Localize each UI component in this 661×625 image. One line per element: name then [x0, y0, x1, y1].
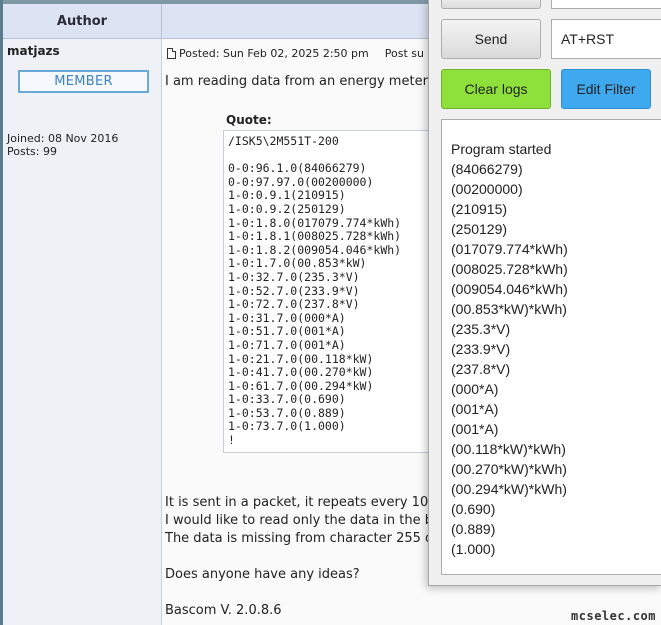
author-column-header: Author — [3, 4, 162, 39]
edit-filter-button[interactable]: Edit Filter — [561, 69, 651, 109]
quote-line: 1-0:51.7.0(001*A) — [228, 324, 346, 339]
post-text: It is sent in a packet, it repeats every… — [165, 494, 441, 620]
quote-line: 1-0:21.7.0(00.118*kW) — [228, 351, 374, 366]
log-line: (84066279) — [451, 161, 523, 177]
post-text-line: Bascom V. 2.0.8.6 — [165, 603, 282, 618]
log-line: (00.270*kW)*kWh) — [451, 461, 567, 477]
quote-line: 1-0:1.8.1(008025.728*kWh) — [228, 229, 402, 244]
quote-line — [228, 149, 401, 163]
quote-line: 1-0:0.9.1(210915) — [228, 188, 346, 203]
serial-monitor-window: Send Clear logs Edit Filter Program star… — [428, 0, 661, 586]
quote-line: 1-0:0.9.2(250129) — [228, 201, 346, 216]
quote-line: 1-0:53.7.0(0.889) — [228, 405, 346, 420]
quote-line: 1-0:33.7.0(0.690) — [228, 392, 346, 407]
log-line: Program started — [451, 141, 552, 157]
log-line: (237.8*V) — [451, 361, 511, 377]
top-button[interactable] — [441, 0, 541, 9]
post-text-line — [165, 548, 441, 566]
log-line: (00.118*kW)*kWh) — [451, 441, 566, 457]
post-document-icon[interactable] — [167, 48, 176, 59]
log-line: (235.3*V) — [451, 321, 511, 337]
quote-line: 1-0:1.8.2(009054.046*kWh) — [228, 242, 402, 257]
quote-line: 0-0:96.1.0(84066279) — [228, 161, 367, 176]
quote-line: 1-0:31.7.0(000*A) — [228, 310, 346, 325]
post-header: Posted: Sun Feb 02, 2025 2:50 pm Post su — [167, 47, 424, 60]
quote-line: 0-0:97.97.0(00200000) — [228, 174, 374, 189]
log-line: (017079.774*kWh) — [451, 241, 568, 257]
log-line: (210915) — [451, 201, 508, 217]
log-line: (250129) — [451, 221, 508, 237]
log-panel[interactable]: Program started (84066279) (00200000) (2109… — [441, 119, 661, 575]
post-text-line: I would like to read only the data in th… — [165, 513, 439, 528]
command-input[interactable] — [551, 19, 661, 59]
post-count: Posts: 99 — [7, 145, 57, 158]
log-line: (00200000) — [451, 181, 523, 197]
post-intro: I am reading data from an energy meter i… — [165, 74, 444, 89]
quote-line: 1-0:61.7.0(00.294*kW) — [228, 378, 374, 393]
quote-label: Quote: — [226, 113, 272, 127]
quote-line: 1-0:71.7.0(001*A) — [228, 337, 346, 352]
post-text-line: It is sent in a packet, it repeats every… — [165, 495, 440, 510]
quote-line: 1-0:1.8.0(017079.774*kWh) — [228, 215, 402, 230]
log-line: (001*A) — [451, 401, 499, 417]
log-line: (000*A) — [451, 381, 499, 397]
log-line: (008025.728*kWh) — [451, 261, 568, 277]
quote-line: 1-0:32.7.0(235.3*V) — [228, 269, 360, 284]
log-line: (233.9*V) — [451, 341, 511, 357]
quote-line: 1-0:73.7.0(1.000) — [228, 419, 346, 434]
quote-line: ! — [228, 433, 235, 448]
quote-line: 1-0:41.7.0(00.270*kW) — [228, 365, 374, 380]
post-date: Posted: Sun Feb 02, 2025 2:50 pm — [179, 47, 369, 60]
quote-line: 1-0:1.7.0(00.853*kW) — [228, 256, 367, 271]
post-subject: Post su — [384, 47, 424, 60]
top-input[interactable] — [551, 0, 661, 9]
send-button[interactable]: Send — [441, 19, 541, 59]
log-line: (00.853*kW)*kWh) — [451, 301, 567, 317]
post-text-line: Does anyone have any ideas? — [165, 567, 360, 582]
author-meta: Joined: 08 Nov 2016 Posts: 99 — [7, 132, 118, 158]
joined-date: Joined: 08 Nov 2016 — [7, 132, 119, 145]
post-text-line: The data is missing from character 255 o… — [165, 531, 442, 546]
quote-line: 1-0:72.7.0(237.8*V) — [228, 297, 360, 312]
quote-line: 1-0:52.7.0(233.9*V) — [228, 283, 360, 298]
author-name[interactable]: matjazs — [7, 44, 60, 58]
log-line: (001*A) — [451, 421, 499, 437]
post-text-line — [165, 584, 441, 602]
site-watermark: mcselec.com — [571, 609, 656, 623]
quote-line: /ISK5\2M551T-200 — [228, 134, 339, 148]
clear-logs-button[interactable]: Clear logs — [441, 69, 551, 109]
rank-badge: MEMBER — [18, 70, 149, 93]
log-line: (0.889) — [451, 521, 496, 537]
author-panel: matjazs MEMBER Joined: 08 Nov 2016 Posts… — [3, 39, 162, 625]
log-line: (0.690) — [451, 501, 496, 517]
log-line: (1.000) — [451, 541, 496, 557]
log-output: Program started (84066279) (00200000) (2109… — [451, 139, 568, 559]
log-line: (00.294*kW)*kWh) — [451, 481, 567, 497]
log-line: (009054.046*kWh) — [451, 281, 568, 297]
quote-text: /ISK5\2M551T-200 0-0:96.1.0(84066279) 0-0… — [228, 134, 402, 448]
